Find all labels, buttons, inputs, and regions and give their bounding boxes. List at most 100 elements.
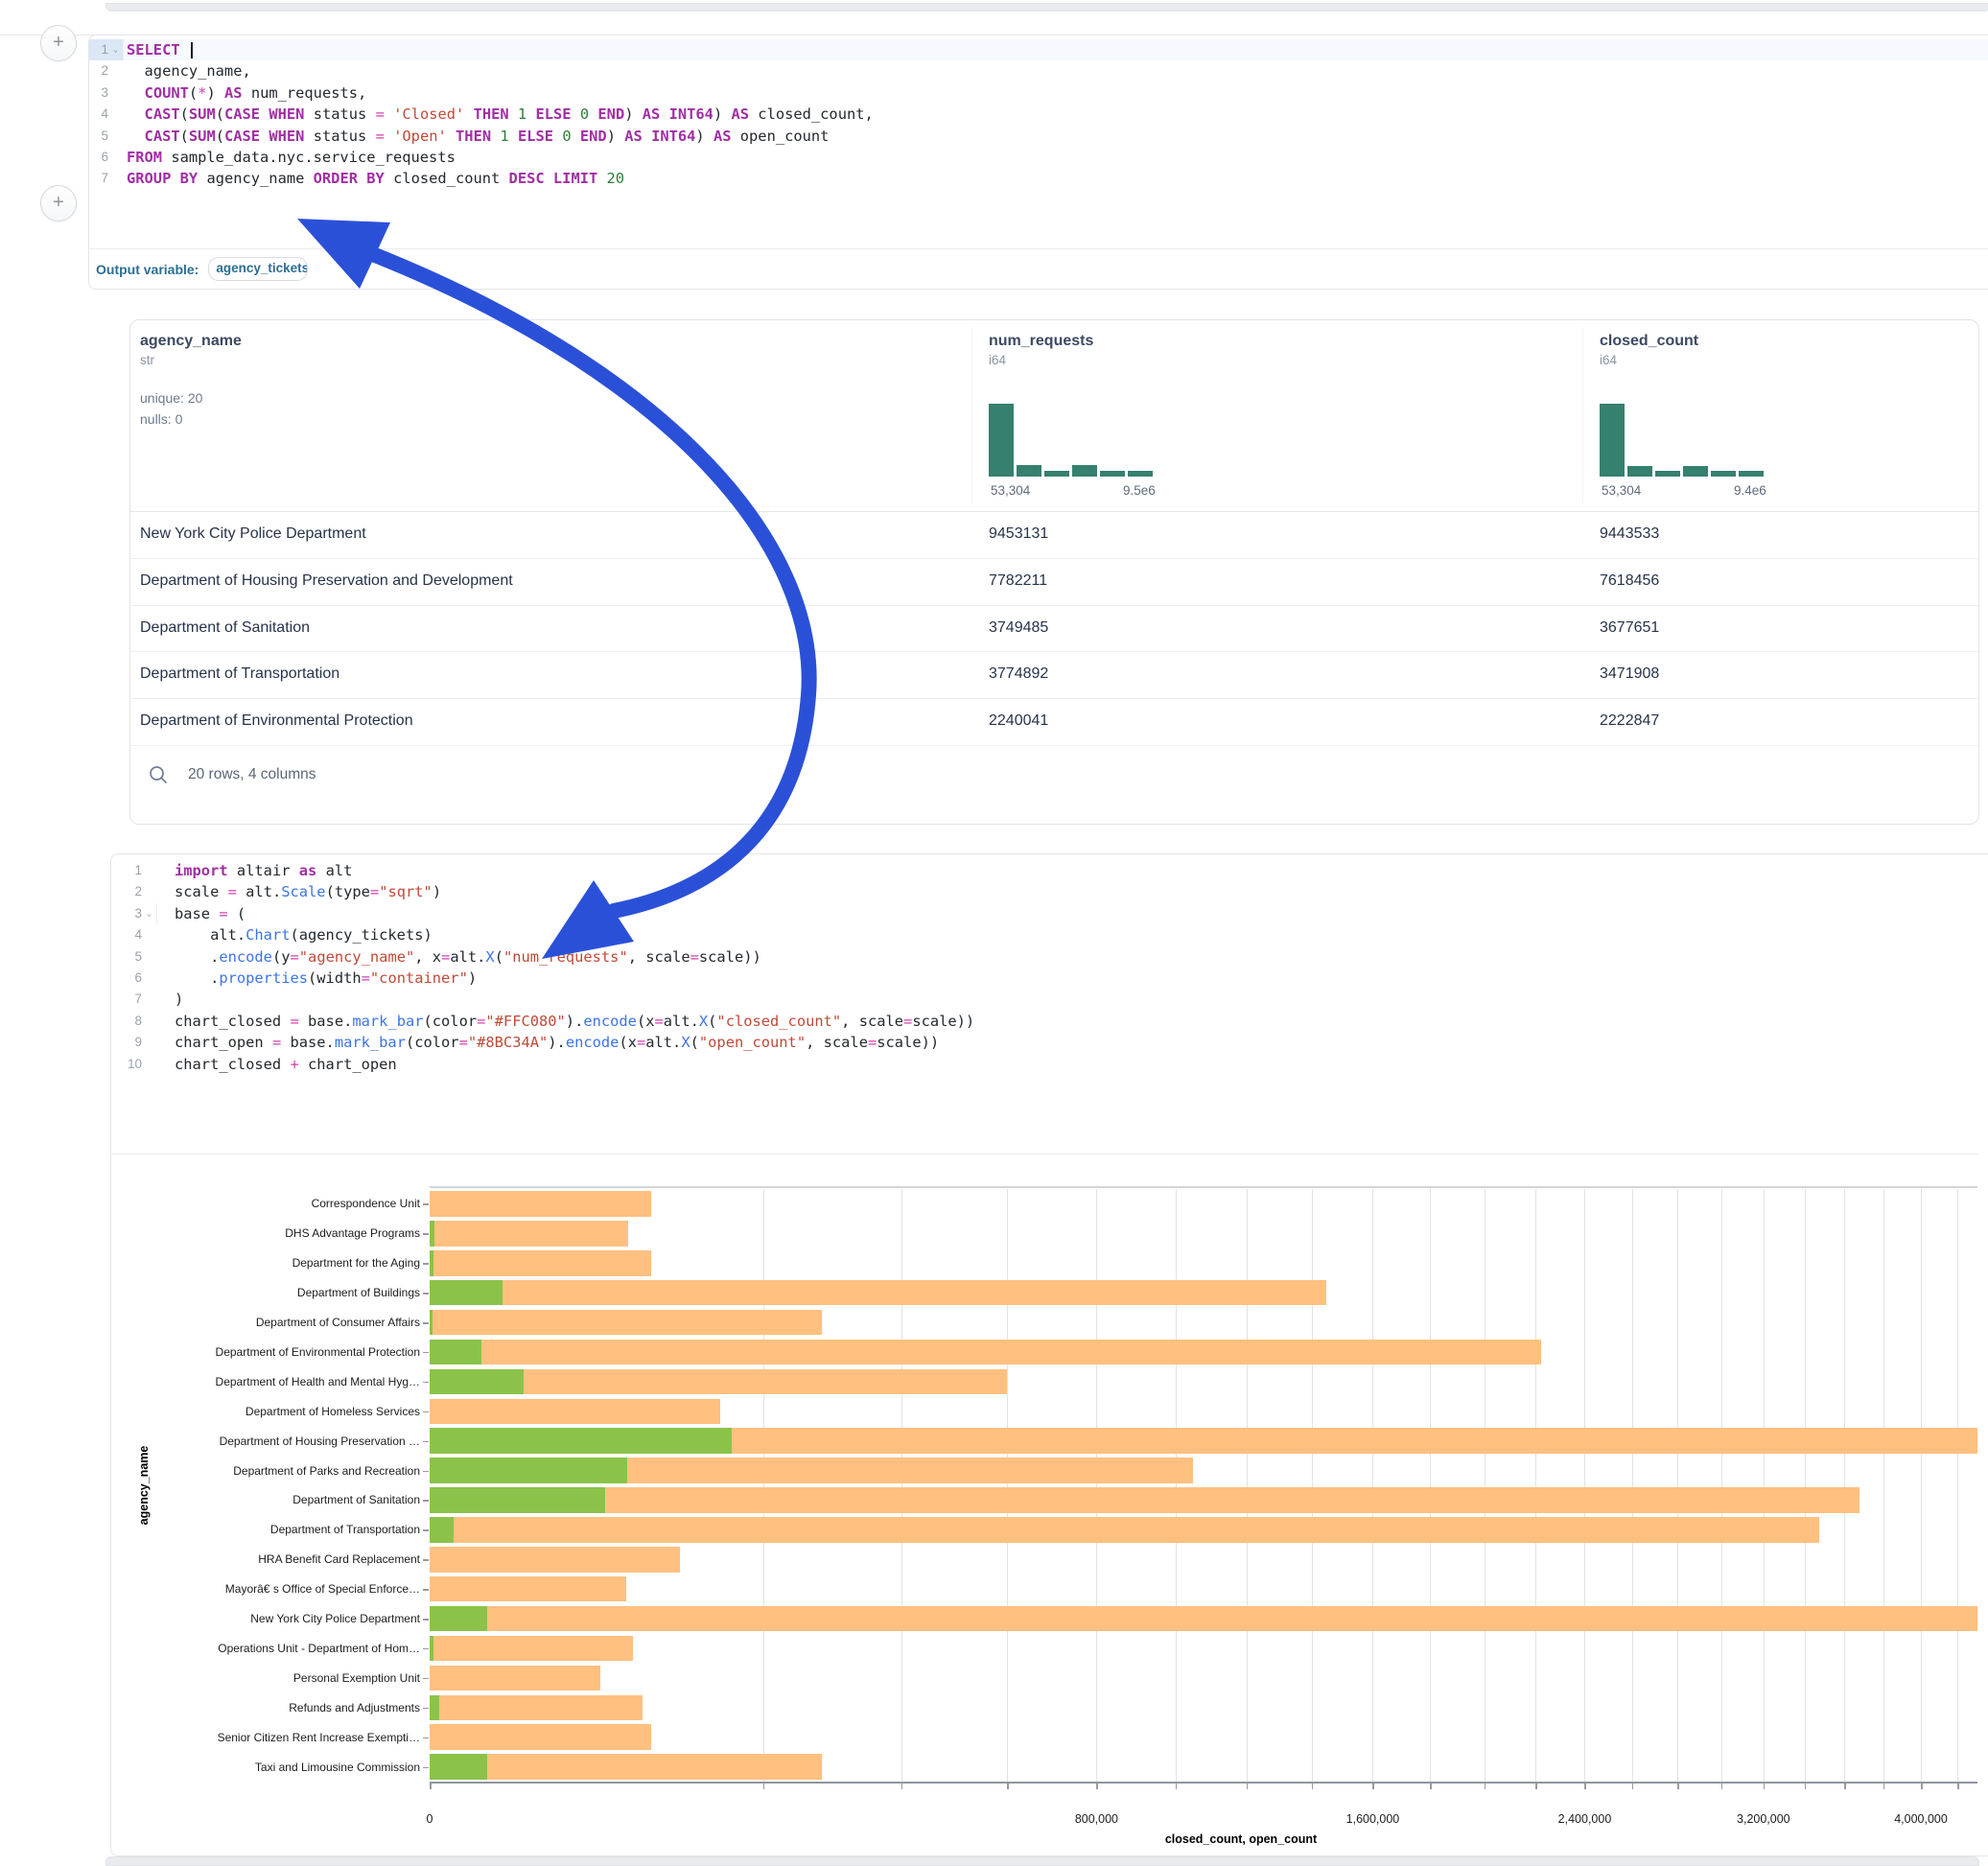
bar-open-count xyxy=(430,1221,434,1247)
table-row[interactable]: Department of Environmental Protection22… xyxy=(130,698,1978,746)
bar-open-count xyxy=(430,1369,524,1395)
table-row[interactable]: Department of Housing Preservation and D… xyxy=(130,558,1978,606)
x-axis-tick-label: 2,400,000 xyxy=(1558,1812,1612,1826)
y-axis-tick xyxy=(423,1352,429,1354)
code-line: 7GROUP BY agency_name ORDER BY closed_co… xyxy=(89,168,1988,189)
x-axis-tick xyxy=(1677,1784,1679,1789)
table-cell: 3471908 xyxy=(1600,651,1659,698)
bar-open-count xyxy=(430,1250,433,1276)
output-variable-chip[interactable]: agency_tickets xyxy=(208,257,308,281)
fold-chevron-icon[interactable]: ⌄ xyxy=(142,903,157,924)
bar-closed-count xyxy=(430,1340,1541,1365)
line-number: 6 xyxy=(89,147,108,168)
fold-chevron-icon[interactable]: ⌄ xyxy=(108,39,124,60)
y-axis-label: Department of Transportation xyxy=(0,1523,420,1536)
code-line: 7) xyxy=(111,989,1988,1010)
y-axis-label: Department of Environmental Protection xyxy=(0,1345,420,1359)
y-axis-tick xyxy=(423,1559,429,1561)
table-cell: 2222847 xyxy=(1600,698,1659,745)
code-text: SELECT xyxy=(124,39,193,60)
x-axis-tick xyxy=(1485,1784,1486,1789)
y-axis-tick xyxy=(423,1203,429,1205)
python-editor[interactable]: 1import altair as alt2scale = alt.Scale(… xyxy=(111,860,1988,1075)
y-axis-label: Department of Sanitation xyxy=(0,1493,420,1506)
plot-area xyxy=(430,1189,1977,1782)
code-output-divider xyxy=(111,1154,1978,1155)
bar-closed-count xyxy=(430,1606,1977,1632)
output-variable-row: Output variable: agency_tickets xyxy=(89,248,1988,289)
gridline xyxy=(1007,1189,1008,1782)
gridline xyxy=(1764,1189,1765,1782)
line-number: 3 xyxy=(111,903,142,924)
histogram-bar xyxy=(1711,471,1736,477)
column-histogram xyxy=(1600,404,1764,477)
line-number: 5 xyxy=(111,946,142,968)
histogram-bar xyxy=(1739,471,1764,477)
line-number: 10 xyxy=(111,1054,142,1075)
y-axis-label: Department for the Aging xyxy=(0,1256,420,1270)
line-number: 4 xyxy=(111,924,142,945)
chart-top-rule xyxy=(430,1186,1977,1188)
next-cell-bar xyxy=(105,1856,1979,1866)
bar-open-count xyxy=(430,1517,454,1543)
y-axis-tick xyxy=(423,1322,429,1324)
y-axis-label: Department of Housing Preservation … xyxy=(0,1434,420,1448)
code-text: agency_name, xyxy=(124,60,251,82)
x-axis-tick xyxy=(1007,1784,1009,1789)
table-row[interactable]: New York City Police Department945313194… xyxy=(130,511,1978,559)
y-axis-label: DHS Advantage Programs xyxy=(0,1226,420,1240)
table-row[interactable]: Department of Sanitation37494853677651 xyxy=(130,605,1978,653)
y-axis-label: Refunds and Adjustments xyxy=(0,1701,420,1714)
column-header-agency_name[interactable]: agency_namestr xyxy=(140,333,242,367)
column-header-closed_count[interactable]: closed_count i64 xyxy=(1600,333,1698,367)
sql-editor[interactable]: 1⌄SELECT 2 agency_name,3 COUNT(*) AS num… xyxy=(89,39,1988,190)
previous-cell-edge xyxy=(0,0,1988,35)
code-text: chart_closed + chart_open xyxy=(157,1054,397,1075)
line-number: 1 xyxy=(89,39,108,60)
line-number: 3 xyxy=(89,82,108,104)
histogram-max-label: 9.5e6 xyxy=(1123,483,1156,498)
table-cell: Department of Sanitation xyxy=(140,605,310,652)
y-axis-label: Mayorâ€ s Office of Special Enforce… xyxy=(0,1582,420,1596)
x-axis-tick xyxy=(1764,1784,1766,1789)
x-axis-tick xyxy=(1096,1784,1098,1789)
table-cell: 9453131 xyxy=(989,511,1048,558)
bar-open-count xyxy=(430,1754,487,1780)
column-type: i64 xyxy=(989,353,1093,367)
add-cell-button-middle[interactable]: + xyxy=(40,185,77,222)
code-line: 3⌄base = ( xyxy=(111,903,1988,924)
column-name: closed_count xyxy=(1600,333,1698,350)
column-header-num_requests[interactable]: num_requestsi64 xyxy=(989,333,1093,367)
code-line: 3 COUNT(*) AS num_requests, xyxy=(89,82,1988,104)
column-type: i64 xyxy=(1600,353,1698,367)
column-type: str xyxy=(140,353,242,367)
code-line: 6FROM sample_data.nyc.service_requests xyxy=(89,147,1988,168)
y-axis-tick xyxy=(423,1471,429,1473)
x-axis-tick xyxy=(1721,1784,1723,1789)
table-cell: 2240041 xyxy=(989,698,1048,745)
y-axis-label: Department of Health and Mental Hyg… xyxy=(0,1375,420,1388)
table-cell: 3749485 xyxy=(989,605,1048,652)
code-text: alt.Chart(agency_tickets) xyxy=(157,924,433,945)
column-histogram xyxy=(989,404,1153,477)
histogram-bar xyxy=(1128,471,1153,477)
y-axis-label: Personal Exemption Unit xyxy=(0,1671,420,1685)
histogram-bar xyxy=(1017,465,1041,477)
table-header: agency_namestrunique: 20nulls: 0num_requ… xyxy=(130,320,1978,512)
table-row[interactable]: Department of Transportation377489234719… xyxy=(130,651,1978,699)
x-axis-tick xyxy=(1372,1784,1374,1789)
y-axis-tick xyxy=(423,1293,429,1295)
bar-closed-count xyxy=(430,1636,633,1662)
histogram-bar xyxy=(1044,471,1069,477)
add-cell-button-top[interactable]: + xyxy=(40,25,77,61)
search-icon[interactable] xyxy=(148,764,169,785)
code-line: 5 CAST(SUM(CASE WHEN status = 'Open' THE… xyxy=(89,126,1988,147)
gridline xyxy=(763,1189,764,1782)
bar-closed-count xyxy=(430,1547,680,1573)
gridline xyxy=(1176,1189,1177,1782)
x-axis-tick xyxy=(1632,1784,1634,1789)
code-text: CAST(SUM(CASE WHEN status = 'Closed' THE… xyxy=(124,104,874,125)
table-footer: 20 rows, 4 columns xyxy=(148,745,723,805)
code-text: COUNT(*) AS num_requests, xyxy=(124,82,366,104)
code-line: 9chart_open = base.mark_bar(color="#8BC3… xyxy=(111,1032,1988,1053)
